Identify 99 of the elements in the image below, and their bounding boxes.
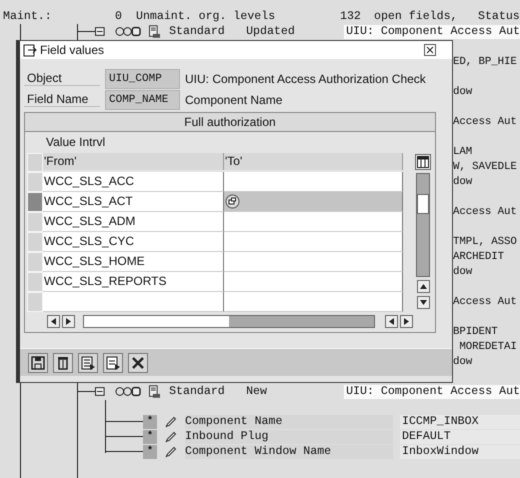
save-icon (30, 354, 46, 370)
row-text: TMPL, ASSO (453, 236, 517, 248)
scroll-right-button[interactable] (62, 315, 75, 328)
row-selector[interactable] (27, 192, 43, 212)
node-description: UIU: Component Access Aut (344, 24, 520, 38)
field-label: Object (24, 71, 100, 86)
row-text: dow (453, 176, 472, 188)
close-button[interactable] (424, 44, 436, 56)
column-header[interactable]: 'From' (43, 153, 224, 170)
field-value: InboxWindow (400, 444, 520, 458)
row-text: dow (453, 86, 472, 98)
open-fields-label: open fields, (374, 10, 458, 23)
down-arrow-icon (420, 300, 426, 305)
pencil-icon (165, 416, 177, 428)
window-icon (23, 44, 37, 56)
table-cell[interactable] (224, 272, 403, 292)
row-text: dow (453, 266, 472, 278)
horizontal-scrollbar[interactable] (83, 315, 375, 328)
row-text: ARCHEDIT (453, 250, 504, 262)
row-text: Access Aut (453, 296, 517, 308)
save-button[interactable] (28, 352, 48, 372)
table-cell[interactable]: WCC_SLS_ACT (43, 192, 224, 212)
field-label: Component Window Name (185, 444, 393, 458)
node-name: Standard (169, 25, 226, 38)
scroll-left-button[interactable] (385, 315, 398, 328)
field-value: DEFAULT (400, 430, 520, 444)
row-text: W, SAVEDLE (453, 160, 517, 172)
page-icon (105, 354, 121, 370)
table-cell[interactable] (224, 232, 403, 252)
vertical-scrollbar[interactable] (416, 173, 430, 277)
row-text: Access Aut (453, 116, 517, 128)
full-authorization-button[interactable]: Full authorization (24, 112, 436, 132)
pencil-icon (165, 430, 177, 442)
row-text: BPIDENT (453, 326, 498, 338)
table-cell[interactable] (224, 252, 403, 272)
left-arrow-icon (389, 318, 394, 325)
row-text: LAM (453, 146, 472, 158)
document-icon (148, 24, 160, 38)
field-value: COMP_NAME (105, 90, 180, 110)
change-marker: * (143, 430, 157, 444)
page-button[interactable] (103, 352, 123, 372)
document-icon (148, 384, 160, 398)
row-text: MOREDETAI (458, 340, 517, 352)
circles-icon (115, 26, 142, 37)
change-marker: * (143, 444, 157, 458)
select-all-cell[interactable] (27, 153, 43, 172)
list-icon (80, 354, 96, 370)
table-cell[interactable]: WCC_SLS_ADM (43, 212, 224, 232)
value-help-icon[interactable] (225, 194, 240, 209)
open-count: 132 (340, 10, 362, 23)
right-arrow-icon (404, 318, 409, 325)
status-label: Status (478, 10, 520, 23)
column-header[interactable]: 'To' (224, 153, 403, 170)
scroll-right-button[interactable] (400, 315, 413, 328)
field-label: Component Name (185, 414, 393, 428)
row-text: ED, BP_HIE (453, 56, 517, 68)
trash-icon (55, 354, 71, 370)
node-description: UIU: Component Access Aut (344, 384, 520, 398)
scroll-left-button[interactable] (47, 315, 60, 328)
dialog-title: Field values (40, 43, 106, 57)
columns-icon (417, 156, 429, 168)
table-cell[interactable] (224, 192, 403, 212)
field-description: UIU: Component Access Authorization Check (185, 72, 426, 86)
table-cell[interactable] (224, 172, 403, 192)
scroll-up-button[interactable] (416, 280, 430, 293)
circles-icon (115, 386, 142, 397)
unmaintained-count: 0 (115, 10, 123, 23)
list-button[interactable] (78, 352, 98, 372)
pencil-icon (165, 446, 177, 458)
row-text: Access Aut (453, 206, 517, 218)
table-cell[interactable] (43, 292, 224, 312)
group-title: Value Intrvl (45, 134, 106, 151)
table-cell[interactable]: WCC_SLS_REPORTS (43, 272, 224, 292)
close-button[interactable] (128, 352, 148, 372)
node-name: Standard (169, 385, 226, 398)
node-status: New (246, 385, 268, 398)
field-value: ICCMP_INBOX (400, 414, 520, 428)
trash-button[interactable] (53, 352, 73, 372)
table-cell[interactable]: WCC_SLS_ACC (43, 172, 224, 192)
column-settings-button[interactable] (415, 154, 431, 170)
unmaintained-label: Unmaint. org. levels (136, 10, 276, 23)
right-arrow-icon (66, 318, 71, 325)
row-text: dow (453, 356, 472, 368)
up-arrow-icon (420, 284, 426, 289)
field-label: Inbound Plug (185, 430, 393, 444)
scroll-down-button[interactable] (416, 296, 430, 309)
table-cell[interactable]: WCC_SLS_HOME (43, 252, 224, 272)
maintenance-label: Maint.: (3, 10, 53, 23)
left-arrow-icon (51, 318, 56, 325)
close-icon (426, 46, 434, 54)
field-label: Field Name (24, 92, 100, 107)
table-cell[interactable] (224, 292, 403, 312)
table-cell[interactable] (224, 212, 403, 232)
field-description: Component Name (185, 92, 282, 106)
close-icon (130, 354, 146, 370)
table-cell[interactable]: WCC_SLS_CYC (43, 232, 224, 252)
node-status: Updated (246, 25, 296, 38)
change-marker: * (143, 414, 157, 428)
field-value: UIU_COMP (105, 68, 180, 88)
